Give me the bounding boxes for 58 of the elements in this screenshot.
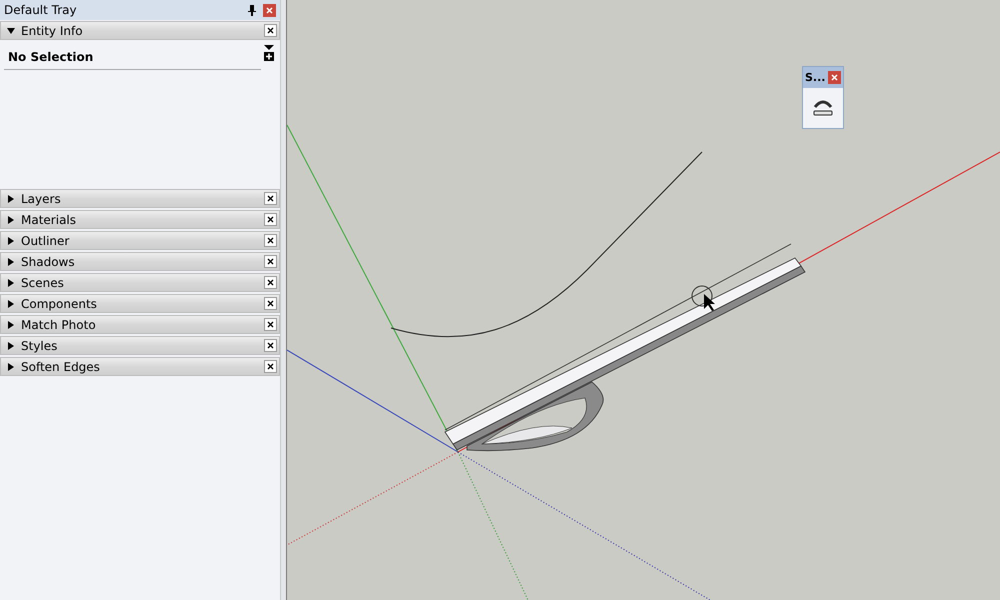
panel-label: Outliner bbox=[21, 234, 70, 248]
close-icon bbox=[267, 258, 274, 265]
close-icon bbox=[267, 279, 274, 286]
close-icon bbox=[267, 342, 274, 349]
close-icon bbox=[267, 216, 274, 223]
panel-header[interactable]: Components bbox=[0, 294, 280, 313]
panel-header[interactable]: Scenes bbox=[0, 273, 280, 292]
panel-label: Scenes bbox=[21, 276, 65, 290]
panel-label: Match Photo bbox=[21, 318, 97, 332]
panel-label: Shadows bbox=[21, 254, 76, 268]
close-button[interactable] bbox=[264, 192, 278, 205]
close-button[interactable] bbox=[264, 234, 278, 247]
close-button[interactable] bbox=[264, 276, 278, 289]
close-icon bbox=[267, 195, 274, 202]
collapsed-triangle-icon bbox=[7, 278, 15, 286]
close-icon bbox=[267, 321, 274, 328]
panel-header[interactable]: Match Photo bbox=[0, 315, 280, 334]
pin-icon[interactable] bbox=[247, 4, 258, 16]
close-icon bbox=[267, 237, 274, 244]
3d-viewport[interactable]: S... bbox=[287, 0, 1000, 600]
close-button[interactable] bbox=[264, 213, 278, 226]
close-icon bbox=[831, 74, 838, 81]
close-button[interactable] bbox=[264, 318, 278, 331]
close-button[interactable] bbox=[264, 339, 278, 352]
close-icon bbox=[267, 363, 274, 370]
panel-header[interactable]: Materials bbox=[0, 210, 280, 229]
panel-label: Styles bbox=[21, 338, 58, 352]
close-button[interactable] bbox=[264, 360, 278, 373]
panel-header[interactable]: Shadows bbox=[0, 252, 280, 271]
close-icon bbox=[267, 27, 274, 34]
tray-title: Default Tray bbox=[4, 3, 78, 17]
panel-header[interactable]: Styles bbox=[0, 336, 280, 355]
panel-label: Materials bbox=[21, 212, 78, 226]
selection-status: No Selection bbox=[8, 50, 94, 64]
panel-header[interactable]: Entity Info bbox=[0, 21, 280, 40]
panel-header[interactable]: Layers bbox=[0, 189, 280, 208]
panel-header[interactable]: Soften Edges bbox=[0, 357, 280, 376]
close-button[interactable] bbox=[264, 297, 278, 310]
panel-label: Layers bbox=[21, 192, 62, 206]
collapsed-triangle-icon bbox=[7, 236, 15, 244]
panel-label: Soften Edges bbox=[21, 360, 101, 374]
toolbar-title: S... bbox=[805, 71, 826, 84]
collapsed-triangle-icon bbox=[7, 362, 15, 370]
panel-label: Entity Info bbox=[21, 24, 84, 38]
close-button[interactable] bbox=[264, 24, 278, 37]
close-icon bbox=[266, 6, 274, 14]
collapsed-triangle-icon bbox=[7, 342, 15, 350]
collapsed-triangle-icon bbox=[7, 194, 15, 202]
panel-header[interactable]: Outliner bbox=[0, 231, 280, 250]
close-button[interactable] bbox=[264, 255, 278, 268]
collapsed-triangle-icon bbox=[7, 320, 15, 328]
collapsed-triangle-icon bbox=[7, 258, 15, 266]
expanded-triangle-icon bbox=[7, 26, 15, 34]
close-icon bbox=[267, 300, 274, 307]
collapsed-triangle-icon bbox=[7, 216, 15, 224]
expand-details-icon[interactable] bbox=[264, 45, 274, 61]
panel-label: Components bbox=[21, 296, 98, 310]
collapsed-triangle-icon bbox=[7, 300, 15, 308]
